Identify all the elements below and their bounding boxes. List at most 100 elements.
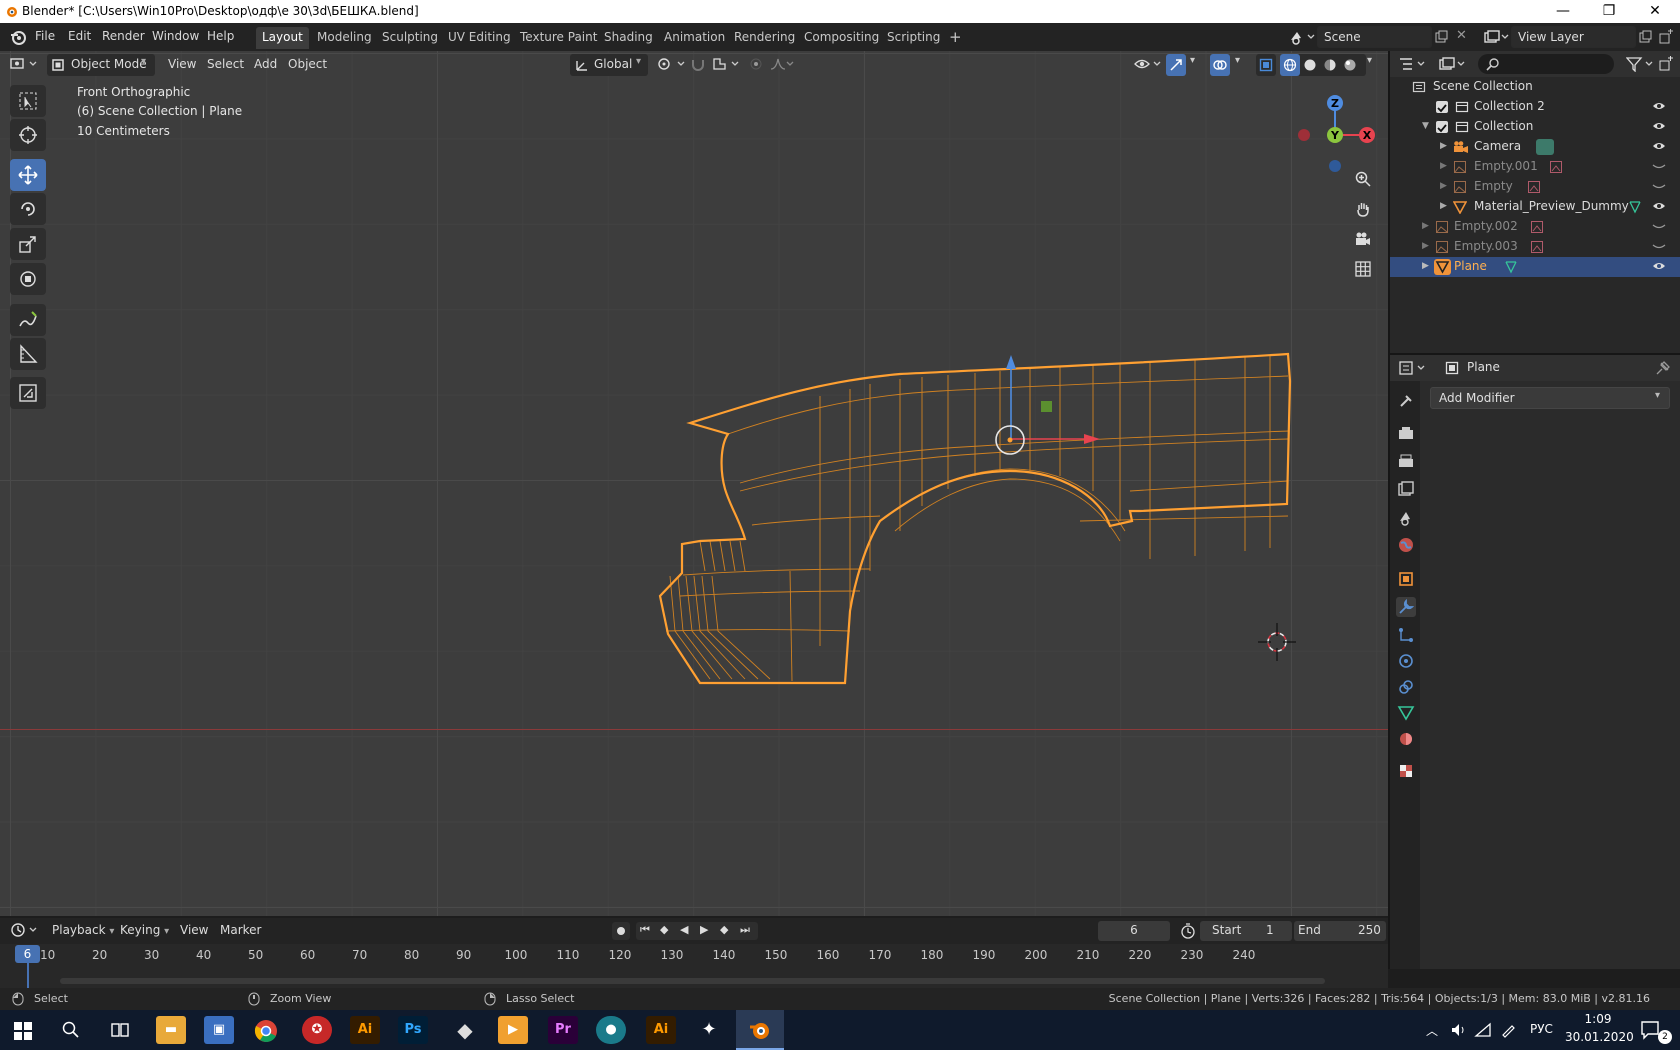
video-app-icon[interactable]: ▶ — [498, 1016, 528, 1044]
outliner-row-plane[interactable]: ▶ Plane — [1390, 257, 1680, 277]
outliner-row-empty-001[interactable]: ▶ Empty.001 — [1390, 157, 1680, 177]
playhead-line[interactable] — [27, 963, 29, 988]
tab-uv-editing[interactable]: UV Editing — [442, 27, 517, 49]
mesh-wireframe-plane[interactable] — [0, 51, 1388, 916]
inkscape-icon[interactable]: ◆ — [450, 1016, 480, 1044]
jump-end-icon[interactable]: ⏭ — [740, 923, 750, 937]
scene-name-field[interactable]: Scene — [1317, 26, 1432, 48]
tab-animation[interactable]: Animation — [658, 27, 731, 49]
tab-compositing[interactable]: Compositing — [798, 27, 885, 49]
tab-view-layer[interactable] — [1396, 479, 1416, 499]
menu-window[interactable]: Window — [152, 29, 199, 43]
next-keyframe-icon[interactable]: ◆ — [720, 923, 728, 936]
file-explorer-icon[interactable]: ▬ — [156, 1016, 186, 1044]
remove-view-layer-icon[interactable] — [1658, 29, 1674, 45]
pin-icon[interactable] — [1656, 361, 1670, 375]
outliner-row-empty-002[interactable]: ▶ Empty.002 — [1390, 217, 1680, 237]
expand-arrow-icon[interactable]: ▶ — [1422, 237, 1429, 256]
network-icon[interactable] — [1474, 1022, 1492, 1038]
outliner-row-scene-collection[interactable]: Scene Collection — [1390, 77, 1680, 97]
menu-help[interactable]: Help — [207, 29, 234, 43]
tab-tool[interactable] — [1396, 391, 1416, 411]
outliner-search-input[interactable] — [1478, 54, 1614, 74]
prev-keyframe-icon[interactable]: ◆ — [660, 923, 668, 936]
menu-render[interactable]: Render — [102, 29, 145, 43]
photoshop-icon[interactable]: Ps — [398, 1016, 428, 1044]
hidden-eye-icon[interactable] — [1652, 181, 1666, 191]
teal-app-icon[interactable]: ● — [596, 1016, 626, 1044]
new-collection-icon[interactable] — [1658, 56, 1674, 72]
new-view-layer-icon[interactable] — [1638, 30, 1652, 44]
expand-arrow-icon[interactable]: ▶ — [1422, 217, 1429, 236]
store-icon[interactable]: ▣ — [204, 1016, 234, 1044]
play-icon[interactable]: ▶ — [700, 923, 708, 936]
outliner-row-empty-003[interactable]: ▶ Empty.003 — [1390, 237, 1680, 257]
tab-sculpting[interactable]: Sculpting — [376, 27, 444, 49]
view-layer-field[interactable]: View Layer — [1511, 26, 1636, 48]
add-workspace-button[interactable]: + — [943, 27, 968, 49]
record-button[interactable] — [612, 922, 630, 940]
windows-start-icon[interactable] — [14, 1022, 32, 1040]
minimize-button[interactable]: — — [1540, 0, 1586, 23]
task-view-icon[interactable] — [110, 1021, 130, 1039]
illustrator-icon[interactable]: Ai — [350, 1016, 380, 1044]
tab-layout[interactable]: Layout — [256, 27, 309, 49]
3d-viewport[interactable]: Object Mode ▾ View Select Add Object Glo… — [0, 51, 1388, 916]
camera-data-icon[interactable] — [1536, 139, 1554, 155]
jump-start-icon[interactable]: ⏮ — [640, 923, 650, 937]
display-mode-icon[interactable] — [1438, 56, 1468, 72]
playback-menu[interactable]: Playback ▾ — [52, 923, 114, 937]
volume-icon[interactable] — [1450, 1022, 1468, 1038]
outliner-row-camera[interactable]: ▶ Camera — [1390, 137, 1680, 157]
tab-modifiers[interactable] — [1396, 597, 1416, 617]
timeline-scrollbar[interactable] — [60, 978, 1325, 984]
tab-render[interactable] — [1396, 423, 1416, 443]
outliner-row-collection-2[interactable]: Collection 2 — [1390, 97, 1680, 117]
add-modifier-dropdown[interactable]: Add Modifier ▾ — [1430, 387, 1670, 409]
outliner-row-material-preview-dummy[interactable]: ▶ Material_Preview_Dummy — [1390, 197, 1680, 217]
filter-icon[interactable] — [1626, 56, 1656, 72]
marker-menu[interactable]: Marker — [220, 923, 261, 937]
tab-scripting[interactable]: Scripting — [881, 27, 946, 49]
tab-scene[interactable] — [1396, 507, 1416, 527]
visibility-eye-icon[interactable] — [1652, 201, 1666, 211]
clock-time[interactable]: 1:09 — [1580, 1012, 1616, 1026]
scene-selector-icon[interactable] — [1288, 28, 1316, 46]
tab-constraints[interactable] — [1396, 677, 1416, 697]
chrome-icon[interactable] — [254, 1019, 278, 1043]
current-frame-field[interactable]: 6 — [1098, 921, 1170, 941]
tab-modeling[interactable]: Modeling — [311, 27, 378, 49]
search-icon[interactable] — [62, 1021, 80, 1039]
tab-world[interactable] — [1396, 535, 1416, 555]
tab-output[interactable] — [1396, 451, 1416, 471]
tab-shading[interactable]: Shading — [598, 27, 659, 49]
collection-2-checkbox[interactable] — [1436, 101, 1448, 113]
blender-taskbar-button[interactable] — [736, 1010, 784, 1050]
premiere-icon[interactable]: Pr — [548, 1016, 578, 1044]
menu-file[interactable]: File — [35, 29, 55, 43]
keying-menu[interactable]: Keying ▾ — [120, 923, 169, 937]
tab-data[interactable] — [1396, 703, 1416, 723]
properties-editor-type-icon[interactable] — [1398, 360, 1428, 376]
view-layer-selector-icon[interactable] — [1482, 28, 1510, 46]
tab-texture[interactable] — [1396, 761, 1416, 781]
tab-material[interactable] — [1396, 729, 1416, 749]
expand-arrow-icon[interactable]: ▶ — [1440, 177, 1447, 196]
tray-chevron-icon[interactable]: ︿ — [1426, 1022, 1438, 1039]
expand-arrow-icon[interactable]: ▶ — [1440, 197, 1447, 216]
expand-arrow-icon[interactable]: ▼ — [1422, 117, 1429, 136]
delete-scene-icon[interactable]: ✕ — [1456, 28, 1467, 43]
expand-arrow-icon[interactable]: ▶ — [1440, 157, 1447, 176]
hidden-eye-icon[interactable] — [1652, 221, 1666, 231]
tab-rendering[interactable]: Rendering — [728, 27, 801, 49]
timeline-editor-type-icon[interactable] — [10, 922, 40, 938]
pen-icon[interactable] — [1500, 1022, 1518, 1038]
hidden-eye-icon[interactable] — [1652, 161, 1666, 171]
play-reverse-icon[interactable]: ◀ — [680, 923, 688, 936]
keyboard-language[interactable]: РУС — [1530, 1022, 1553, 1036]
outliner-editor-type-icon[interactable] — [1398, 56, 1428, 72]
illustrator-2-icon[interactable]: Ai — [646, 1016, 676, 1044]
end-frame-field[interactable]: End 250 — [1294, 921, 1386, 941]
visibility-eye-icon[interactable] — [1652, 261, 1666, 271]
tab-particles[interactable] — [1396, 625, 1416, 645]
